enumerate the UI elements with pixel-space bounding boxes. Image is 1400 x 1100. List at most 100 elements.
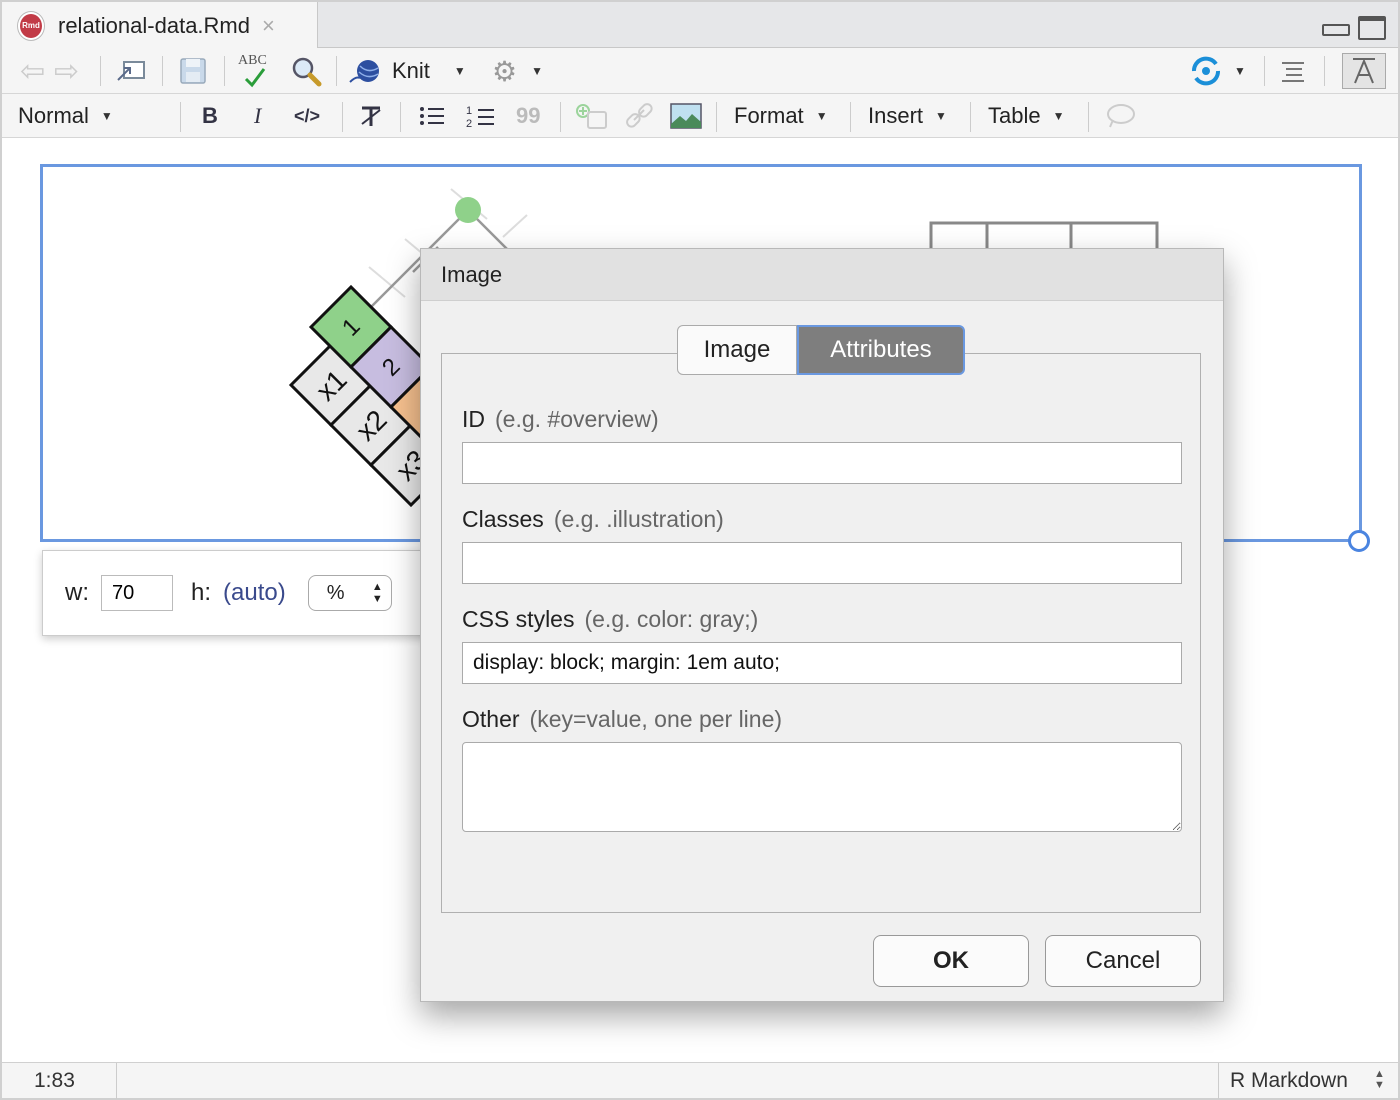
clear-formatting-icon bbox=[361, 106, 381, 126]
toolbar-separator bbox=[162, 56, 163, 86]
close-tab-icon[interactable]: × bbox=[262, 13, 275, 39]
settings-button[interactable]: ⚙ ▼ bbox=[492, 48, 543, 94]
document-type-selector[interactable]: R Markdown bbox=[1230, 1069, 1348, 1093]
toolbar-separator bbox=[970, 102, 971, 132]
chevron-down-icon: ▼ bbox=[531, 64, 543, 78]
toolbar-separator bbox=[850, 102, 851, 132]
id-label-text: ID bbox=[462, 406, 485, 432]
tab-filename: relational-data.Rmd bbox=[58, 12, 250, 38]
format-menu[interactable]: Format ▼ bbox=[734, 94, 828, 138]
id-label: ID (e.g. #overview) bbox=[462, 406, 659, 433]
bold-icon: B bbox=[202, 103, 218, 128]
toolbar-separator bbox=[1088, 102, 1089, 132]
spellcheck-icon[interactable]: ABC bbox=[238, 48, 274, 94]
block-style-dropdown[interactable]: Normal ▼ bbox=[18, 94, 113, 138]
insert-image-button[interactable] bbox=[670, 94, 702, 138]
maximize-pane-icon[interactable] bbox=[1358, 16, 1386, 40]
chevron-down-icon: ▼ bbox=[935, 109, 947, 123]
css-styles-label-text: CSS styles bbox=[462, 606, 575, 632]
table-menu[interactable]: Table ▼ bbox=[988, 94, 1064, 138]
bullet-list-icon bbox=[420, 107, 444, 125]
tab-image[interactable]: Image bbox=[677, 325, 797, 375]
toolbar-separator bbox=[1264, 56, 1265, 86]
block-style-label: Normal bbox=[18, 103, 89, 128]
insert-link-button[interactable] bbox=[624, 94, 654, 138]
link-icon bbox=[626, 103, 653, 128]
blockquote-button[interactable]: 99 bbox=[516, 94, 540, 138]
comment-icon bbox=[1107, 104, 1135, 128]
width-label: w: bbox=[65, 579, 89, 606]
image-dialog: Image ID (e.g. #overview) Classes (e.g. .i… bbox=[420, 248, 1224, 1002]
classes-label-text: Classes bbox=[462, 506, 544, 532]
status-separator bbox=[116, 1063, 117, 1099]
dialog-tabs: Image Attributes bbox=[677, 325, 965, 375]
code-icon: </> bbox=[294, 105, 321, 126]
numbered-list-icon: 12 bbox=[466, 105, 494, 129]
cursor-position: 1:83 bbox=[34, 1069, 75, 1092]
chevron-down-icon: ▼ bbox=[1234, 64, 1246, 78]
other-label-text: Other bbox=[462, 706, 520, 732]
cancel-button[interactable]: Cancel bbox=[1045, 935, 1201, 987]
toolbar-separator bbox=[100, 56, 101, 86]
status-separator bbox=[1218, 1063, 1219, 1099]
svg-text:1: 1 bbox=[466, 105, 472, 117]
publish-icon bbox=[1191, 56, 1221, 86]
numbered-list-button[interactable]: 12 bbox=[466, 94, 496, 138]
tab-attributes[interactable]: Attributes bbox=[797, 325, 965, 375]
toolbar-separator bbox=[400, 102, 401, 132]
outline-button[interactable] bbox=[1280, 48, 1306, 94]
image-icon bbox=[670, 103, 702, 129]
id-hint: (e.g. #overview) bbox=[495, 406, 659, 432]
toolbar-separator bbox=[560, 102, 561, 132]
insert-menu[interactable]: Insert ▼ bbox=[868, 94, 947, 138]
blockquote-icon: 99 bbox=[516, 103, 541, 128]
tab-bar: Rmd relational-data.Rmd × bbox=[2, 2, 1398, 49]
visual-editor-toggle[interactable] bbox=[1342, 48, 1386, 94]
visual-editor-icon bbox=[1342, 53, 1386, 89]
toolbar-separator bbox=[1324, 56, 1325, 86]
dialog-title-bar[interactable]: Image bbox=[421, 249, 1223, 301]
save-icon[interactable] bbox=[178, 48, 208, 94]
other-label: Other (key=value, one per line) bbox=[462, 706, 782, 733]
image-resize-handle[interactable] bbox=[1348, 530, 1370, 552]
toolbar-separator bbox=[336, 56, 337, 86]
citation-icon bbox=[576, 104, 607, 129]
forward-icon[interactable]: ⇨ bbox=[54, 48, 79, 94]
css-styles-label: CSS styles (e.g. color: gray;) bbox=[462, 606, 758, 633]
italic-button[interactable]: I bbox=[254, 94, 261, 138]
toolbar-separator bbox=[180, 102, 181, 132]
knit-yarn-icon bbox=[349, 60, 379, 83]
code-button[interactable]: </> bbox=[294, 94, 320, 138]
minimize-pane-icon[interactable] bbox=[1320, 16, 1350, 38]
toolbar-separator bbox=[716, 102, 717, 132]
chevron-down-icon: ▼ bbox=[453, 64, 466, 78]
tab-relational-data[interactable]: Rmd relational-data.Rmd × bbox=[2, 2, 318, 49]
gear-icon: ⚙ bbox=[492, 55, 518, 87]
unit-select-value: % bbox=[326, 581, 345, 604]
knit-label: Knit bbox=[392, 58, 430, 83]
show-in-window-icon[interactable] bbox=[114, 48, 148, 94]
unit-select[interactable]: % ▲ ▼ bbox=[307, 575, 392, 611]
bullet-list-button[interactable] bbox=[418, 94, 446, 138]
classes-input[interactable] bbox=[462, 542, 1182, 584]
format-toolbar: Normal ▼ B I </> 12 99 Format ▼ Insert ▼… bbox=[2, 94, 1398, 138]
css-styles-input[interactable] bbox=[462, 642, 1182, 684]
insert-citation-button[interactable] bbox=[574, 94, 608, 138]
svg-text:2: 2 bbox=[466, 118, 472, 129]
publish-button[interactable]: ▼ bbox=[1188, 48, 1246, 94]
width-input[interactable] bbox=[101, 575, 173, 611]
clear-formatting-button[interactable] bbox=[358, 94, 384, 138]
id-input[interactable] bbox=[462, 442, 1182, 484]
other-attributes-textarea[interactable] bbox=[462, 742, 1182, 832]
find-replace-icon[interactable] bbox=[290, 48, 322, 94]
chevron-down-icon: ▼ bbox=[815, 109, 828, 123]
bold-button[interactable]: B bbox=[202, 94, 218, 138]
css-styles-hint: (e.g. color: gray;) bbox=[584, 606, 759, 632]
toolbar-separator bbox=[224, 56, 225, 86]
ok-button[interactable]: OK bbox=[873, 935, 1029, 987]
toolbar-separator bbox=[342, 102, 343, 132]
insert-comment-button[interactable] bbox=[1104, 94, 1136, 138]
knit-button[interactable]: Knit ▼ bbox=[348, 48, 466, 94]
height-value[interactable]: (auto) bbox=[223, 579, 286, 607]
back-icon[interactable]: ⇦ bbox=[20, 48, 45, 94]
